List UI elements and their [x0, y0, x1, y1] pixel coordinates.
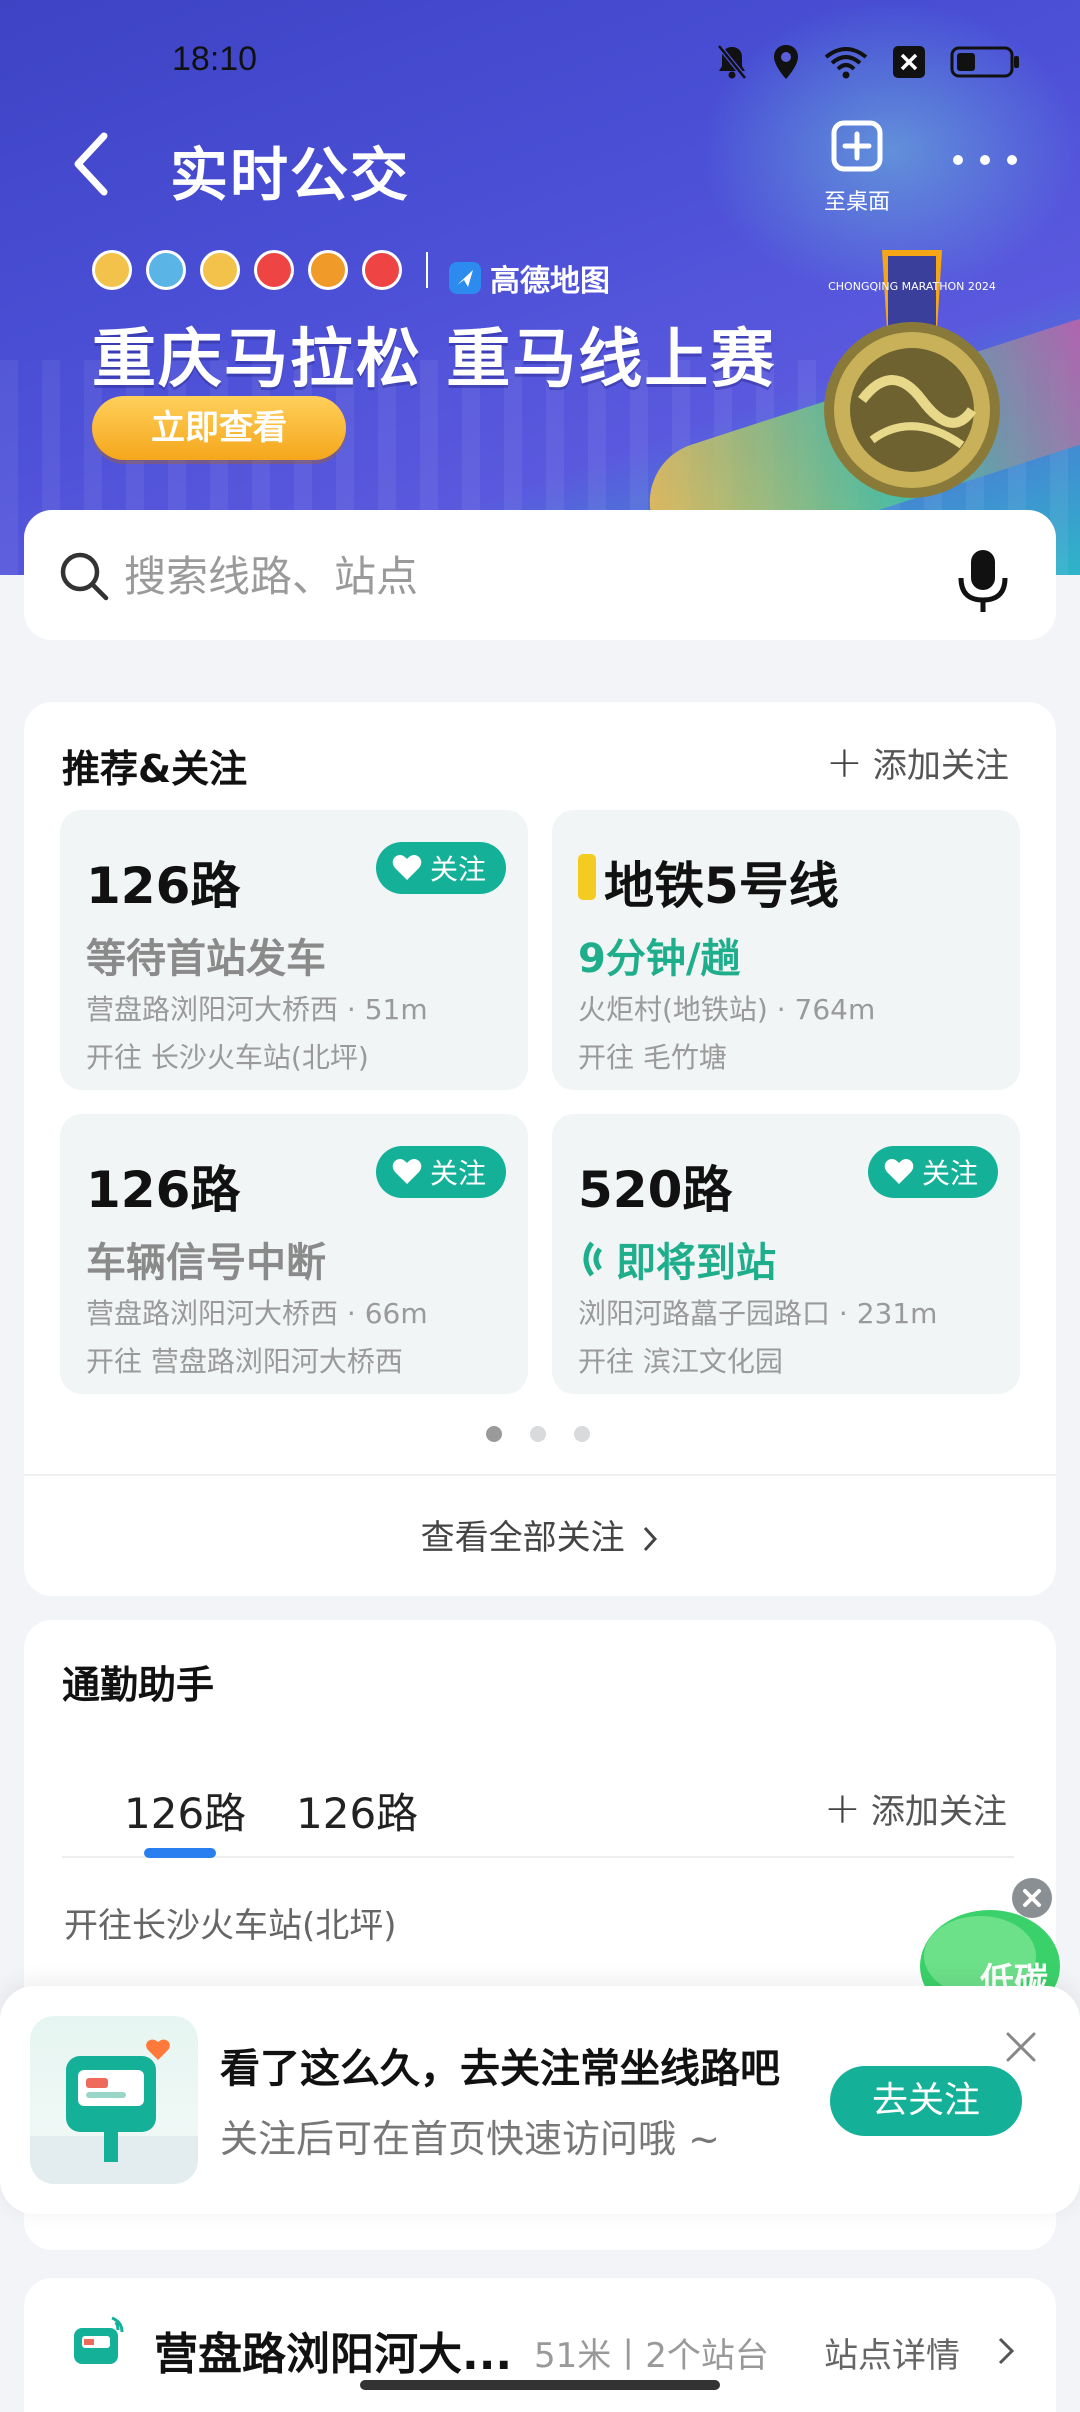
follow-button[interactable]: 关注: [867, 1146, 998, 1198]
follow-button[interactable]: 关注: [375, 1146, 506, 1198]
status-time: 18:10: [172, 40, 258, 78]
follow-button[interactable]: 关注: [375, 842, 506, 894]
follow-label: 关注: [429, 1157, 486, 1190]
add-follow-label: 添加关注: [870, 1792, 1007, 1832]
bus-stop-illustration: [30, 2016, 198, 2184]
route-name: 地铁5号线: [604, 857, 839, 915]
direction: 开往 长沙火车站(北坪): [86, 1041, 369, 1074]
arrival-status-row: 即将到站: [578, 1230, 776, 1288]
amap-logo-icon: [449, 262, 481, 294]
status-icons: [716, 38, 1020, 86]
stop-distance: 浏阳河路藠子园路口 · 231m: [578, 1297, 938, 1330]
commute-title: 通勤助手: [62, 1663, 215, 1707]
heart-icon: [884, 1159, 914, 1184]
add-square-icon: [831, 120, 883, 172]
heart-icon: [392, 855, 422, 880]
chevron-right-icon: [644, 1526, 658, 1552]
follow-label: 关注: [921, 1157, 978, 1190]
microphone-icon[interactable]: [955, 546, 1011, 616]
tab-route-1[interactable]: 126路: [124, 1780, 246, 1841]
recommend-add-follow-button[interactable]: + 添加关注: [826, 738, 1009, 787]
arrival-status: 车辆信号中断: [86, 1240, 326, 1286]
station-meta: 51米丨2个站台: [534, 2336, 769, 2376]
sponsor-logo: [362, 250, 402, 290]
route-tile[interactable]: 地铁5号线 9分钟/趟 火炬村(地铁站) · 764m 开往 毛竹塘: [552, 810, 1020, 1090]
sponsor-logo: [146, 250, 186, 290]
banner-title[interactable]: 重庆马拉松 重马线上赛: [92, 308, 776, 400]
badge-close-button[interactable]: [1012, 1878, 1052, 1918]
arrival-status: 等待首站发车: [86, 936, 326, 982]
close-icon: [1023, 1889, 1041, 1907]
location-icon: [774, 45, 798, 79]
tab-route-2[interactable]: 126路: [296, 1780, 418, 1841]
prompt-title: 看了这么久，去关注常坐线路吧: [220, 2046, 780, 2092]
follow-label: 关注: [429, 853, 486, 886]
add-follow-label: 添加关注: [872, 746, 1009, 786]
stop-distance: 营盘路浏阳河大桥西 · 66m: [86, 1297, 428, 1330]
wifi-icon: [824, 47, 868, 79]
divider: [24, 1474, 1056, 1476]
more-icon[interactable]: [950, 150, 1020, 170]
signal-wave-icon: [583, 1241, 603, 1277]
back-arrow-icon[interactable]: [62, 124, 122, 204]
banner-view-button[interactable]: 立即查看: [92, 396, 346, 460]
heart-icon: [392, 1159, 422, 1184]
add-to-desktop-label: 至桌面: [823, 190, 890, 215]
banner-brand: 高德地图: [448, 256, 610, 300]
active-tab-indicator: [144, 1848, 216, 1858]
marathon-medal[interactable]: CHONGQING MARATHON 2024: [812, 250, 1012, 500]
bus-station-icon: [74, 2316, 124, 2364]
view-all-label: 查看全部关注: [420, 1518, 625, 1558]
mute-bell-icon: [717, 44, 747, 80]
banner-brand-text: 高德地图: [490, 264, 610, 299]
page-dot: [574, 1426, 590, 1442]
sponsor-logo: [308, 250, 348, 290]
arrival-status: 即将到站: [616, 1240, 776, 1286]
sponsor-logos: [92, 250, 438, 290]
search-icon: [60, 552, 109, 601]
medal-icon: CHONGQING MARATHON 2024: [824, 250, 1000, 498]
prompt-subtitle: 关注后可在首页快速访问哦 ~: [220, 2117, 720, 2161]
direction: 开往 滨江文化园: [578, 1345, 783, 1378]
plus-icon: +: [824, 1782, 861, 1834]
add-to-desktop-button[interactable]: 至桌面: [812, 118, 902, 218]
metro-line-color-bar: [578, 854, 596, 900]
direction: 开往 营盘路浏阳河大桥西: [86, 1345, 403, 1378]
plus-icon: +: [826, 736, 863, 788]
route-tile[interactable]: 520路 关注 即将到站 浏阳河路藠子园路口 · 231m 开往 滨江文化园: [552, 1114, 1020, 1394]
commute-add-follow-button[interactable]: + 添加关注: [824, 1784, 1007, 1833]
page-dot: [486, 1426, 502, 1442]
chevron-right-icon[interactable]: [996, 2336, 1016, 2366]
page-dot: [530, 1426, 546, 1442]
go-follow-button[interactable]: 去关注: [830, 2066, 1022, 2136]
route-name: 126路: [86, 1161, 241, 1219]
route-name: 520路: [578, 1161, 733, 1219]
route-tile[interactable]: 126路 关注 等待首站发车 营盘路浏阳河大桥西 · 51m 开往 长沙火车站(…: [60, 810, 528, 1090]
medal-text: CHONGQING MARATHON 2024: [828, 280, 996, 293]
recommend-title: 推荐&关注: [62, 747, 248, 791]
sim-x-icon: [893, 46, 925, 78]
page-title: 实时公交: [170, 141, 411, 209]
commute-direction: 开往长沙火车站(北坪): [64, 1906, 397, 1946]
sponsor-logo: [200, 250, 240, 290]
station-detail-link[interactable]: 站点详情: [824, 2328, 960, 2377]
sponsor-logo: [254, 250, 294, 290]
view-all-follows-link[interactable]: 查看全部关注: [24, 1510, 1056, 1559]
bus-sign-icon: [30, 2039, 198, 2184]
stop-distance: 营盘路浏阳河大桥西 · 51m: [86, 993, 428, 1026]
route-tile[interactable]: 126路 关注 车辆信号中断 营盘路浏阳河大桥西 · 66m 开往 营盘路浏阳河…: [60, 1114, 528, 1394]
home-indicator[interactable]: [360, 2380, 720, 2390]
arrival-status: 9分钟/趟: [578, 936, 741, 982]
station-name: 营盘路浏阳河大...: [154, 2329, 513, 2380]
stop-distance: 火炬村(地铁站) · 764m: [578, 993, 876, 1026]
sponsor-logo: [92, 250, 132, 290]
route-name: 126路: [86, 857, 241, 915]
battery-icon: [950, 46, 1019, 78]
page-indicator: [486, 1426, 590, 1442]
search-input[interactable]: [124, 540, 924, 612]
close-icon[interactable]: [1004, 2030, 1038, 2064]
direction: 开往 毛竹塘: [578, 1041, 727, 1074]
